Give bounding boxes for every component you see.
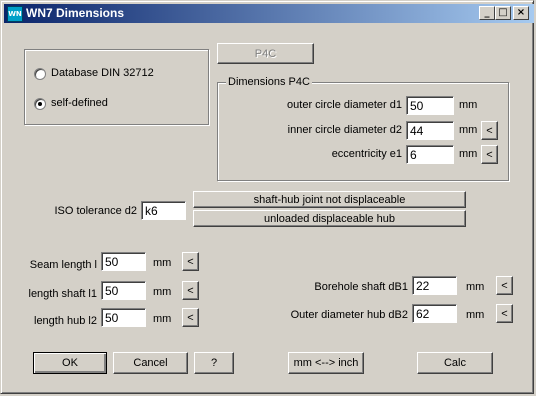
seam-length-input[interactable] (101, 252, 146, 271)
iso-tolerance-input[interactable] (141, 201, 186, 220)
maximize-button[interactable]: □ (495, 6, 511, 20)
iso-tolerance-label: ISO tolerance d2 (54, 205, 137, 217)
radio-self-defined-label[interactable]: self-defined (51, 97, 108, 109)
unit-toggle-button[interactable]: mm <--> inch (288, 352, 364, 374)
borehole-shaft-label: Borehole shaft dB1 (314, 281, 408, 293)
radio-database-label[interactable]: Database DIN 32712 (51, 67, 154, 79)
borehole-shaft-back-button[interactable]: < (496, 276, 513, 295)
outer-diameter-label: outer circle diameter d1 (287, 99, 402, 111)
outer-diameter-unit: mm (459, 99, 478, 111)
help-button[interactable]: ? (194, 352, 234, 374)
shaft-length-input[interactable] (101, 281, 146, 300)
radio-database[interactable] (34, 68, 46, 80)
borehole-shaft-input[interactable] (412, 276, 457, 295)
dimensions-group-title: Dimensions P4C (226, 76, 312, 88)
hub-length-back-button[interactable]: < (182, 308, 199, 327)
eccentricity-unit: mm (459, 148, 478, 160)
title-bar[interactable]: WN WN7 Dimensions _ □ × (4, 4, 534, 23)
seam-length-back-button[interactable]: < (182, 252, 199, 271)
ok-button[interactable]: OK (33, 352, 107, 374)
outer-hub-diameter-input[interactable] (412, 304, 457, 323)
dialog-window: WN WN7 Dimensions _ □ × Database DIN 327… (0, 0, 534, 394)
minimize-button[interactable]: _ (479, 6, 495, 20)
shaft-length-unit: mm (153, 286, 172, 298)
outer-diameter-input[interactable] (406, 96, 454, 115)
seam-length-label: Seam length l (29, 259, 97, 271)
joint-not-displaceable-button[interactable]: shaft-hub joint not displaceable (193, 191, 466, 208)
eccentricity-input[interactable] (406, 145, 454, 164)
shaft-length-back-button[interactable]: < (182, 281, 199, 300)
inner-diameter-label: inner circle diameter d2 (287, 124, 402, 136)
close-button[interactable]: × (513, 6, 529, 20)
inner-diameter-input[interactable] (406, 121, 454, 140)
inner-diameter-back-button[interactable]: < (481, 121, 498, 140)
app-icon: WN (7, 6, 23, 22)
hub-length-label: length hub l2 (34, 315, 97, 327)
outer-hub-diameter-back-button[interactable]: < (496, 304, 513, 323)
hub-length-input[interactable] (101, 308, 146, 327)
profile-p4c-button[interactable]: P4C (217, 43, 314, 64)
calc-button[interactable]: Calc (417, 352, 493, 374)
outer-hub-diameter-label: Outer diameter hub dB2 (290, 309, 408, 321)
eccentricity-back-button[interactable]: < (481, 145, 498, 164)
hub-length-unit: mm (153, 313, 172, 325)
joint-displaceable-button[interactable]: unloaded displaceable hub (193, 210, 466, 227)
inner-diameter-unit: mm (459, 124, 478, 136)
outer-hub-diameter-unit: mm (466, 309, 485, 321)
radio-self-defined[interactable] (34, 98, 46, 110)
eccentricity-label: eccentricity e1 (331, 148, 402, 160)
cancel-button[interactable]: Cancel (113, 352, 188, 374)
borehole-shaft-unit: mm (466, 281, 485, 293)
shaft-length-label: length shaft l1 (28, 288, 98, 300)
seam-length-unit: mm (153, 257, 172, 269)
window-title: WN7 Dimensions (26, 6, 125, 20)
source-groupbox (24, 49, 209, 125)
